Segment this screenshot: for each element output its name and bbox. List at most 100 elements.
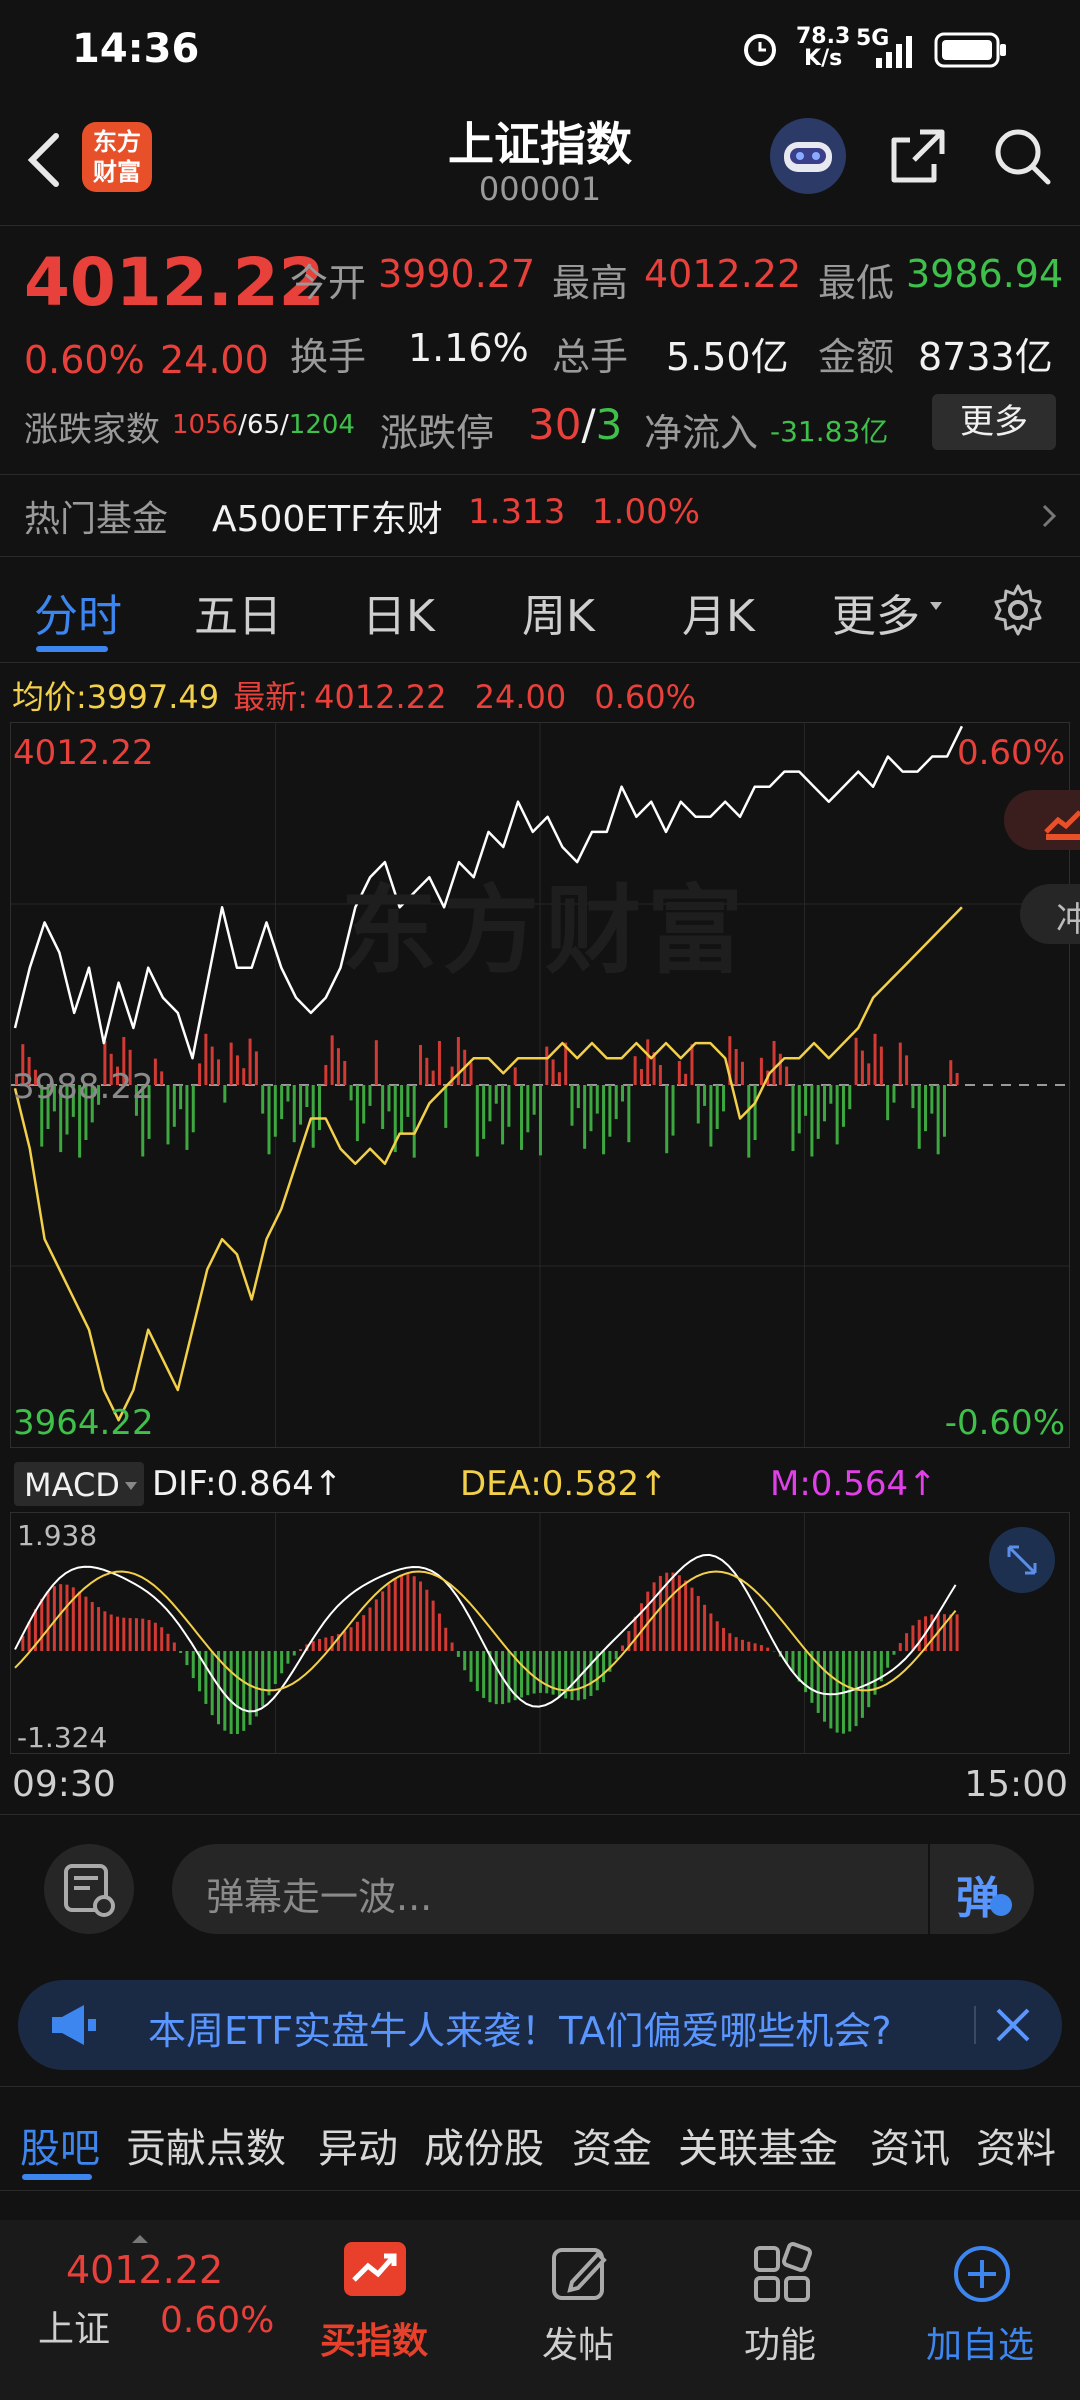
macd-bar — [614, 1651, 618, 1660]
nav-index-quote[interactable]: 4012.22 上证 0.60% — [0, 2220, 300, 2400]
avg-label: 均价: — [12, 678, 87, 716]
tab-five-day[interactable]: 五日 — [194, 580, 282, 644]
danmaku-settings-button[interactable] — [44, 1844, 134, 1934]
volume-bar — [633, 1056, 637, 1085]
nav-functions[interactable]: 功能 — [724, 2220, 854, 2400]
macd-bar — [229, 1651, 233, 1734]
tab-constituents[interactable]: 成份股 — [424, 2116, 544, 2174]
hot-fund-row[interactable]: 热门基金 A500ETF东财 1.313 1.00% — [0, 476, 1080, 556]
hot-fund-label: 热门基金 — [24, 499, 169, 540]
search-icon[interactable] — [990, 124, 1054, 188]
volume-bar — [791, 1085, 795, 1151]
macd-bar — [602, 1651, 606, 1683]
latest-value: 4012.22 — [314, 678, 447, 716]
nav-post[interactable]: 发帖 — [524, 2220, 654, 2400]
netflow-value: -31.83亿 — [770, 415, 889, 448]
volume-bar — [494, 1085, 498, 1104]
change-value: 24.00 — [160, 338, 269, 382]
side-float-button[interactable]: 冲 — [1020, 884, 1080, 944]
volume-bar — [602, 1085, 606, 1155]
volume-bar — [475, 1085, 479, 1157]
volume-bar — [570, 1085, 574, 1126]
volume-bar — [166, 1085, 170, 1145]
chevron-right-icon — [1040, 502, 1060, 532]
macd-bar — [172, 1642, 176, 1651]
volume-bar — [942, 1085, 946, 1137]
top-bar: 东方 财富 上证指数 000001 — [0, 100, 1080, 226]
promo-banner[interactable]: 本周ETF实盘牛人来袭！TA们偏爱哪些机会? — [18, 1980, 1062, 2070]
close-icon[interactable] — [990, 2002, 1036, 2048]
volume-bar — [734, 1049, 738, 1085]
macd-bar — [122, 1617, 126, 1651]
tab-guba[interactable]: 股吧 — [20, 2116, 100, 2174]
tab-more[interactable]: 更多 — [832, 580, 920, 644]
nav-index-price: 4012.22 — [66, 2248, 224, 2292]
trend-float-button[interactable] — [1004, 790, 1080, 850]
volume-bar — [860, 1050, 864, 1085]
latest-label: 最新: — [233, 678, 309, 716]
breadth-label: 涨跌家数 — [24, 410, 160, 450]
caret-down-icon — [928, 598, 944, 614]
macd-bar — [406, 1574, 410, 1651]
indicator-selector[interactable]: MACD — [14, 1462, 144, 1506]
tab-profile[interactable]: 资料 — [976, 2116, 1056, 2174]
macd-bar — [185, 1651, 189, 1666]
tab-weekly-k[interactable]: 周K — [522, 580, 595, 644]
tab-monthly-k[interactable]: 月K — [682, 580, 755, 644]
nav-buy-index[interactable]: 买指数 — [310, 2220, 440, 2400]
promo-text: 本周ETF实盘牛人来袭！TA们偏爱哪些机会? — [148, 2009, 892, 2053]
share-icon[interactable] — [886, 124, 950, 188]
volume-bar — [242, 1068, 246, 1085]
check-badge-icon — [990, 1894, 1012, 1916]
tab-capital[interactable]: 资金 — [572, 2116, 652, 2174]
volume-bar — [235, 1055, 239, 1085]
expand-icon[interactable] — [989, 1527, 1055, 1593]
tab-intraday[interactable]: 分时 — [34, 580, 122, 644]
tab-daily-k[interactable]: 日K — [362, 580, 435, 644]
tab-anomaly[interactable]: 异动 — [318, 2116, 398, 2174]
limit-down-count: 3 — [595, 400, 623, 449]
robot-assistant-icon[interactable] — [770, 118, 846, 194]
macd-bar — [949, 1614, 953, 1651]
tab-contribution[interactable]: 贡献点数 — [126, 2116, 286, 2174]
volume-bar — [684, 1073, 688, 1085]
volume-bar — [349, 1085, 353, 1101]
tab-news[interactable]: 资讯 — [870, 2116, 950, 2174]
volume-bar — [646, 1039, 650, 1085]
macd-bar — [545, 1651, 549, 1694]
up-count: 1056 — [172, 410, 239, 440]
macd-bar — [860, 1651, 864, 1718]
macd-chart[interactable]: 1.938 -1.324 — [10, 1512, 1070, 1754]
pct-top-label: 0.60% — [956, 733, 1065, 773]
volume-bar — [715, 1085, 719, 1129]
macd-bar — [766, 1647, 770, 1651]
tab-related-funds[interactable]: 关联基金 — [678, 2116, 838, 2174]
macd-bar — [722, 1627, 726, 1651]
danmaku-send-button[interactable]: 弹 — [956, 1862, 1000, 1926]
nav-add-watchlist[interactable]: 加自选 — [910, 2220, 1060, 2400]
volume-bar — [949, 1060, 953, 1085]
volume-bar — [690, 1044, 694, 1085]
macd-bar — [261, 1651, 265, 1707]
intraday-chart[interactable]: 东方财富 4012.22 3988.22 3964.22 0.60% -0.60… — [10, 722, 1070, 1448]
flat-count: 65 — [246, 410, 281, 440]
volume-bar — [185, 1085, 189, 1150]
tab-indicator — [36, 646, 108, 652]
x-start-label: 09:30 — [12, 1764, 116, 1805]
more-button[interactable]: 更多 — [932, 394, 1056, 450]
macd-bar — [134, 1618, 138, 1651]
volume-bar — [892, 1085, 896, 1103]
volume-bar — [589, 1085, 593, 1132]
volume-bar — [551, 1059, 555, 1085]
macd-bar — [759, 1645, 763, 1651]
danmaku-input[interactable]: 弹幕走一波... 弹 — [172, 1844, 1034, 1934]
volume-bar — [873, 1033, 877, 1085]
macd-bar — [671, 1572, 675, 1651]
turnover-label: 换手 — [290, 335, 367, 379]
macd-bar — [387, 1584, 391, 1651]
settings-icon[interactable] — [990, 582, 1046, 638]
macd-bar — [482, 1651, 486, 1698]
macd-bar — [191, 1651, 195, 1679]
macd-bar — [116, 1616, 120, 1651]
volume-bar — [520, 1085, 524, 1150]
